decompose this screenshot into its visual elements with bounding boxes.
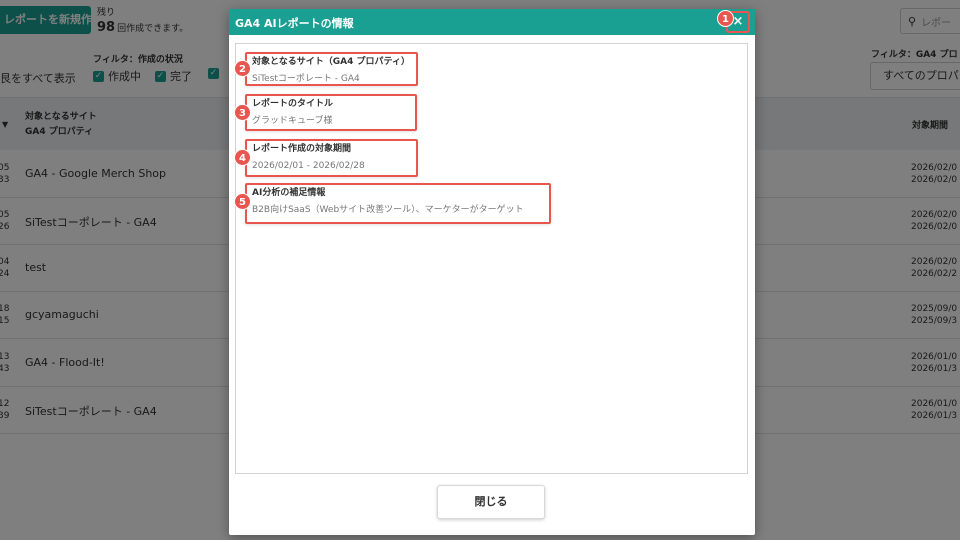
title-field-label: レポートのタイトル (252, 99, 334, 109)
modal-title: GA4 AIレポートの情報 (235, 17, 354, 30)
title-field: レポートのタイトル グラッドキューブ様 (245, 94, 417, 131)
annotation-badge-4: 4 (234, 149, 251, 166)
notes-field: AI分析の補足情報 B2B向けSaaS（Webサイト改善ツール）、マーケターがタ… (245, 183, 551, 224)
annotation-badge-5: 5 (234, 193, 251, 210)
annotation-badge-1: 1 (717, 10, 734, 27)
period-field-value: 2026/02/01 - 2026/02/28 (252, 161, 365, 171)
site-field: 対象となるサイト（GA4 プロパティ） SiTestコーポレート - GA4 (245, 52, 418, 86)
annotation-badge-3: 3 (234, 104, 251, 121)
period-field-label: レポート作成の対象期間 (252, 144, 352, 154)
report-info-modal: GA4 AIレポートの情報 × 対象となるサイト（GA4 プロパティ） SiTe… (229, 9, 755, 535)
annotation-badge-2: 2 (234, 60, 251, 77)
close-button[interactable]: 閉じる (437, 485, 545, 519)
notes-field-value: B2B向けSaaS（Webサイト改善ツール）、マーケターがターゲット (252, 205, 524, 215)
modal-content: 対象となるサイト（GA4 プロパティ） SiTestコーポレート - GA4 レ… (235, 43, 748, 474)
modal-header: GA4 AIレポートの情報 × (229, 9, 755, 35)
site-field-value: SiTestコーポレート - GA4 (252, 74, 360, 84)
notes-field-label: AI分析の補足情報 (252, 188, 326, 198)
title-field-value: グラッドキューブ様 (252, 116, 333, 126)
site-field-label: 対象となるサイト（GA4 プロパティ） (252, 57, 410, 67)
period-field: レポート作成の対象期間 2026/02/01 - 2026/02/28 (245, 139, 418, 177)
